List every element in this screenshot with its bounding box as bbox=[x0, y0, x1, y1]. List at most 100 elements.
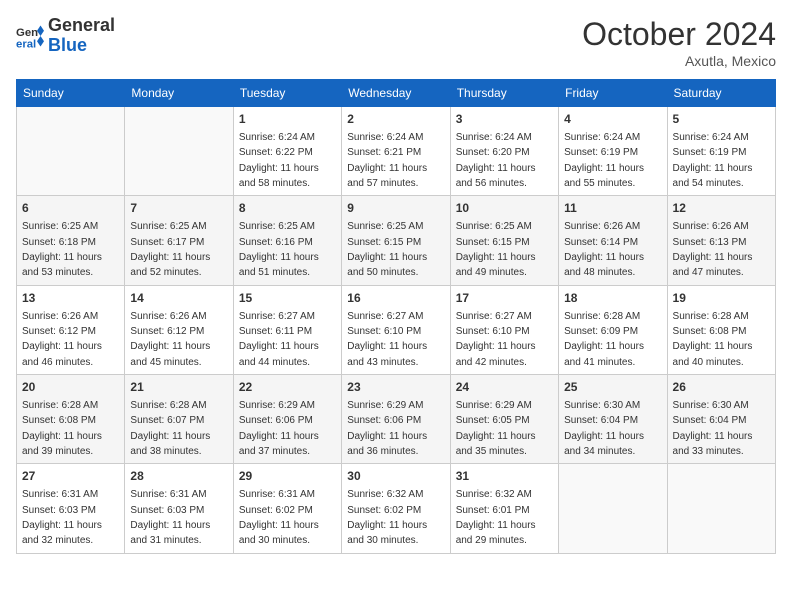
calendar-cell: 23Sunrise: 6:29 AMSunset: 6:06 PMDayligh… bbox=[342, 375, 450, 464]
cell-daylight: Daylight: 11 hours and 33 minutes. bbox=[673, 431, 753, 457]
calendar-cell bbox=[559, 464, 667, 553]
cell-sunrise: Sunrise: 6:31 AM bbox=[130, 489, 206, 500]
cell-sunset: Sunset: 6:10 PM bbox=[347, 326, 421, 337]
day-number: 27 bbox=[22, 468, 119, 485]
cell-daylight: Daylight: 11 hours and 45 minutes. bbox=[130, 341, 210, 367]
cell-sunrise: Sunrise: 6:30 AM bbox=[673, 400, 749, 411]
cell-sunrise: Sunrise: 6:31 AM bbox=[239, 489, 315, 500]
calendar-cell: 15 Sunrise: 6:27 AM Sunset: 6:11 PM Dayligh… bbox=[233, 285, 341, 374]
day-number: 24 bbox=[456, 379, 553, 396]
calendar-cell: 10Sunrise: 6:25 AMSunset: 6:15 PMDayligh… bbox=[450, 196, 558, 285]
day-number: 3 bbox=[456, 111, 553, 128]
calendar-cell: 27Sunrise: 6:31 AMSunset: 6:03 PMDayligh… bbox=[17, 464, 125, 553]
calendar-body: 1Sunrise: 6:24 AMSunset: 6:22 PMDaylight… bbox=[17, 107, 776, 554]
cell-daylight: Daylight: 11 hours and 46 minutes. bbox=[22, 341, 102, 367]
logo: Gen eral General Blue bbox=[16, 16, 115, 56]
calendar-cell: 7Sunrise: 6:25 AMSunset: 6:17 PMDaylight… bbox=[125, 196, 233, 285]
cell-daylight: Daylight: 11 hours and 48 minutes. bbox=[564, 252, 644, 278]
cell-sunset: Sunset: 6:06 PM bbox=[239, 415, 313, 426]
calendar-cell: 12Sunrise: 6:26 AMSunset: 6:13 PMDayligh… bbox=[667, 196, 775, 285]
week-row-3: 13Sunrise: 6:26 AMSunset: 6:12 PMDayligh… bbox=[17, 285, 776, 374]
cell-daylight: Daylight: 11 hours and 38 minutes. bbox=[130, 431, 210, 457]
day-number: 5 bbox=[673, 111, 770, 128]
cell-sunset: Sunset: 6:08 PM bbox=[22, 415, 96, 426]
header-cell-friday: Friday bbox=[559, 80, 667, 107]
cell-sunset: Sunset: 6:12 PM bbox=[22, 326, 96, 337]
cell-daylight: Daylight: 11 hours and 41 minutes. bbox=[564, 341, 644, 367]
cell-daylight: Daylight: 11 hours and 50 minutes. bbox=[347, 252, 427, 278]
cell-sunrise: Sunrise: 6:29 AM bbox=[239, 400, 315, 411]
cell-sunrise: Sunrise: 6:28 AM bbox=[673, 311, 749, 322]
logo-text: General Blue bbox=[48, 16, 115, 56]
cell-sunset: Sunset: 6:18 PM bbox=[22, 237, 96, 248]
cell-sunrise: Sunrise: 6:24 AM bbox=[347, 132, 423, 143]
cell-sunset: Sunset: 6:11 PM bbox=[239, 326, 312, 337]
calendar-cell: 16Sunrise: 6:27 AMSunset: 6:10 PMDayligh… bbox=[342, 285, 450, 374]
cell-sunrise: Sunrise: 6:24 AM bbox=[239, 132, 315, 143]
cell-sunrise: Sunrise: 6:27 AM bbox=[347, 311, 423, 322]
cell-daylight: Daylight: 11 hours and 54 minutes. bbox=[673, 163, 753, 189]
calendar-cell: 19 Sunrise: 6:28 AM Sunset: 6:08 PM Dayligh… bbox=[667, 285, 775, 374]
cell-sunset: Sunset: 6:01 PM bbox=[456, 505, 530, 516]
calendar-cell: 25Sunrise: 6:30 AMSunset: 6:04 PMDayligh… bbox=[559, 375, 667, 464]
header-cell-sunday: Sunday bbox=[17, 80, 125, 107]
day-number: 26 bbox=[673, 379, 770, 396]
cell-sunset: Sunset: 6:19 PM bbox=[673, 147, 747, 158]
svg-text:eral: eral bbox=[16, 38, 36, 50]
cell-sunset: Sunset: 6:19 PM bbox=[564, 147, 638, 158]
cell-sunrise: Sunrise: 6:28 AM bbox=[130, 400, 206, 411]
cell-sunrise: Sunrise: 6:27 AM bbox=[456, 311, 532, 322]
calendar-cell: 24Sunrise: 6:29 AMSunset: 6:05 PMDayligh… bbox=[450, 375, 558, 464]
cell-daylight: Daylight: 11 hours and 44 minutes. bbox=[239, 341, 319, 367]
header-cell-wednesday: Wednesday bbox=[342, 80, 450, 107]
cell-sunset: Sunset: 6:04 PM bbox=[673, 415, 747, 426]
day-number: 6 bbox=[22, 200, 119, 217]
cell-sunset: Sunset: 6:09 PM bbox=[564, 326, 638, 337]
cell-sunset: Sunset: 6:12 PM bbox=[130, 326, 204, 337]
logo-line1: General bbox=[48, 16, 115, 36]
cell-sunset: Sunset: 6:13 PM bbox=[673, 237, 747, 248]
calendar-cell: 4Sunrise: 6:24 AMSunset: 6:19 PMDaylight… bbox=[559, 107, 667, 196]
logo-line2: Blue bbox=[48, 36, 115, 56]
day-number: 9 bbox=[347, 200, 444, 217]
calendar-cell: 5Sunrise: 6:24 AMSunset: 6:19 PMDaylight… bbox=[667, 107, 775, 196]
month-title: October 2024 bbox=[582, 16, 776, 53]
calendar-cell: 9Sunrise: 6:25 AMSunset: 6:15 PMDaylight… bbox=[342, 196, 450, 285]
day-number: 15 bbox=[239, 290, 336, 307]
cell-daylight: Daylight: 11 hours and 40 minutes. bbox=[673, 341, 753, 367]
calendar-cell bbox=[17, 107, 125, 196]
calendar-cell: 1Sunrise: 6:24 AMSunset: 6:22 PMDaylight… bbox=[233, 107, 341, 196]
cell-sunset: Sunset: 6:20 PM bbox=[456, 147, 530, 158]
header-cell-thursday: Thursday bbox=[450, 80, 558, 107]
cell-daylight: Daylight: 11 hours and 52 minutes. bbox=[130, 252, 210, 278]
cell-sunrise: Sunrise: 6:25 AM bbox=[347, 221, 423, 232]
header-row: SundayMondayTuesdayWednesdayThursdayFrid… bbox=[17, 80, 776, 107]
cell-sunrise: Sunrise: 6:27 AM bbox=[239, 311, 315, 322]
cell-sunrise: Sunrise: 6:26 AM bbox=[22, 311, 98, 322]
cell-daylight: Daylight: 11 hours and 34 minutes. bbox=[564, 431, 644, 457]
day-number: 17 bbox=[456, 290, 553, 307]
cell-sunrise: Sunrise: 6:28 AM bbox=[564, 311, 640, 322]
calendar-cell bbox=[125, 107, 233, 196]
day-number: 19 bbox=[673, 290, 770, 307]
cell-daylight: Daylight: 11 hours and 55 minutes. bbox=[564, 163, 644, 189]
cell-sunrise: Sunrise: 6:30 AM bbox=[564, 400, 640, 411]
cell-sunset: Sunset: 6:21 PM bbox=[347, 147, 421, 158]
header-cell-monday: Monday bbox=[125, 80, 233, 107]
cell-sunset: Sunset: 6:05 PM bbox=[456, 415, 530, 426]
day-number: 2 bbox=[347, 111, 444, 128]
cell-daylight: Daylight: 11 hours and 43 minutes. bbox=[347, 341, 427, 367]
cell-daylight: Daylight: 11 hours and 49 minutes. bbox=[456, 252, 536, 278]
calendar-cell: 21Sunrise: 6:28 AMSunset: 6:07 PMDayligh… bbox=[125, 375, 233, 464]
cell-sunset: Sunset: 6:02 PM bbox=[347, 505, 421, 516]
cell-sunrise: Sunrise: 6:24 AM bbox=[564, 132, 640, 143]
title-block: October 2024 Axutla, Mexico bbox=[582, 16, 776, 69]
location-subtitle: Axutla, Mexico bbox=[582, 53, 776, 69]
week-row-5: 27Sunrise: 6:31 AMSunset: 6:03 PMDayligh… bbox=[17, 464, 776, 553]
calendar-cell: 18Sunrise: 6:28 AMSunset: 6:09 PMDayligh… bbox=[559, 285, 667, 374]
cell-daylight: Daylight: 11 hours and 35 minutes. bbox=[456, 431, 536, 457]
cell-daylight: Daylight: 11 hours and 56 minutes. bbox=[456, 163, 536, 189]
day-number: 22 bbox=[239, 379, 336, 396]
cell-sunset: Sunset: 6:03 PM bbox=[130, 505, 204, 516]
cell-sunset: Sunset: 6:08 PM bbox=[673, 326, 747, 337]
